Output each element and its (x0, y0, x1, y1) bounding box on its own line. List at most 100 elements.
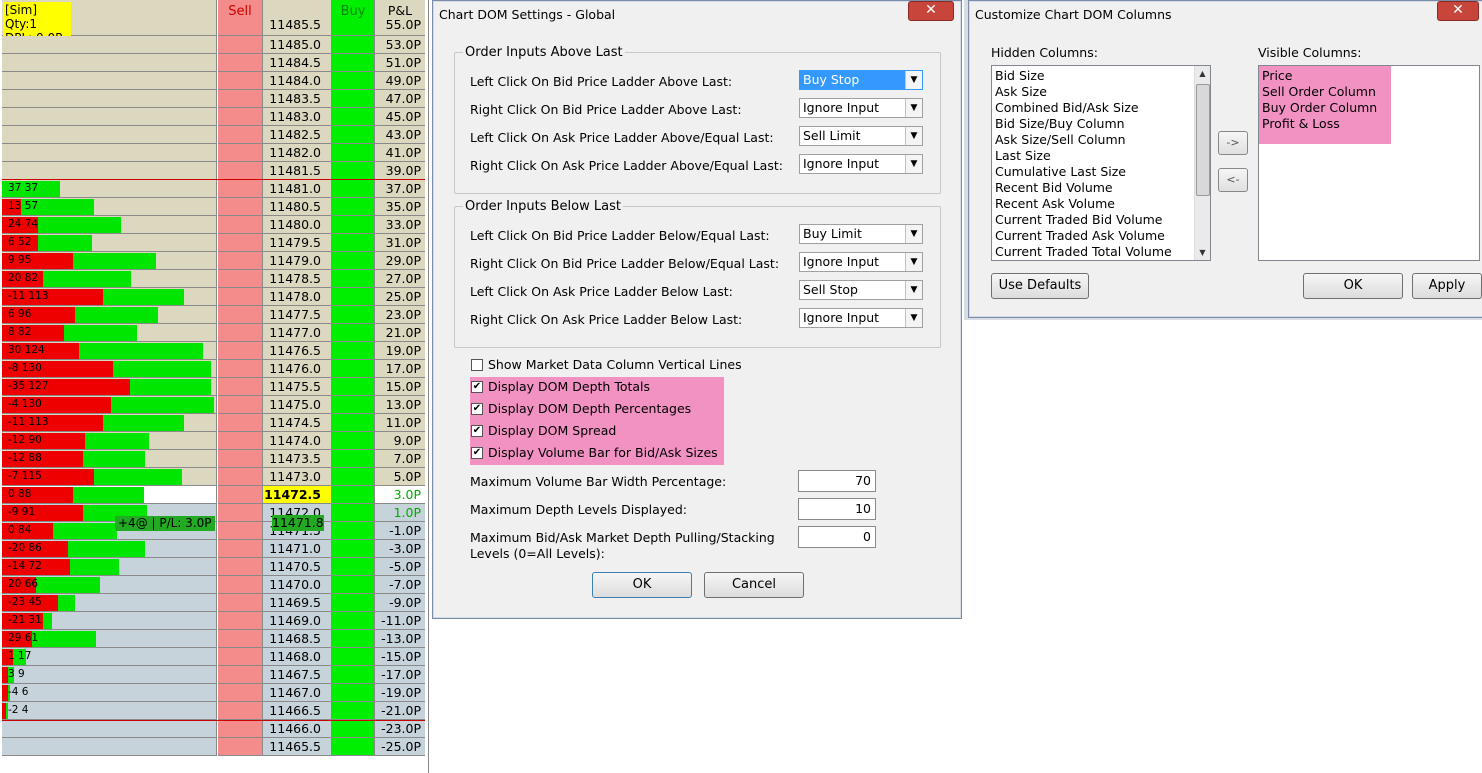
sell-cell[interactable] (218, 108, 263, 126)
price-cell[interactable]: 11466.0 (263, 720, 332, 738)
buy-cell[interactable] (332, 306, 375, 324)
sell-cell[interactable] (218, 72, 263, 90)
list-item[interactable]: Recent Bid Volume (995, 180, 1113, 196)
price-cell[interactable]: 11482.0 (263, 144, 332, 162)
price-cell[interactable]: 11477.5 (263, 306, 332, 324)
list-item[interactable]: Current Traded Ask Volume (995, 228, 1165, 244)
sell-cell[interactable] (218, 306, 263, 324)
list-item[interactable]: Last Size (995, 148, 1051, 164)
apply-button[interactable]: Apply (1412, 273, 1482, 299)
cancel-button[interactable]: Cancel (704, 572, 804, 598)
sell-cell[interactable] (218, 576, 263, 594)
scroll-thumb[interactable] (1196, 84, 1210, 196)
above-select[interactable]: Buy Stop ▼ (799, 70, 923, 90)
buy-cell[interactable] (332, 666, 375, 684)
price-cell[interactable]: 11465.5 (263, 738, 332, 756)
buy-cell[interactable] (332, 324, 375, 342)
price-cell[interactable]: 11483.0 (263, 108, 332, 126)
buy-cell[interactable] (332, 216, 375, 234)
buy-cell[interactable] (332, 180, 375, 198)
list-item[interactable]: Ask Size (995, 84, 1047, 100)
list-item[interactable]: Ask Size/Sell Column (995, 132, 1126, 148)
sell-cell[interactable] (218, 522, 263, 540)
sell-cell[interactable] (218, 702, 263, 720)
sell-cell[interactable] (218, 414, 263, 432)
list-item[interactable]: Sell Order Column (1262, 84, 1376, 100)
buy-cell[interactable] (332, 252, 375, 270)
sell-cell[interactable] (218, 54, 263, 72)
list-item[interactable]: Current Traded Total Volume (995, 244, 1172, 260)
sell-cell[interactable] (218, 594, 263, 612)
sell-cell[interactable] (218, 90, 263, 108)
price-cell[interactable]: 11479.5 (263, 234, 332, 252)
close-icon[interactable]: ✕ (908, 1, 954, 21)
sell-cell[interactable] (218, 612, 263, 630)
chevron-down-icon[interactable]: ▼ (905, 127, 922, 145)
price-cell[interactable]: 11472.5 (263, 486, 332, 504)
list-item[interactable]: Price (1262, 68, 1293, 84)
checkbox[interactable]: ✔ (471, 381, 483, 393)
price-cell[interactable]: 11473.0 (263, 468, 332, 486)
chevron-down-icon[interactable]: ▼ (905, 155, 922, 173)
price-cell[interactable]: 11482.5 (263, 126, 332, 144)
price-cell[interactable]: 11483.5 (263, 90, 332, 108)
list-item[interactable]: Combined Bid/Ask Size (995, 100, 1139, 116)
list-item[interactable]: Bid Size (995, 68, 1045, 84)
sell-cell[interactable] (218, 180, 263, 198)
price-cell[interactable]: 11476.0 (263, 360, 332, 378)
price-cell[interactable]: 11478.0 (263, 288, 332, 306)
buy-cell[interactable] (332, 648, 375, 666)
sell-cell[interactable] (218, 504, 263, 522)
chevron-down-icon[interactable]: ▼ (905, 309, 922, 327)
buy-cell[interactable] (332, 612, 375, 630)
move-right-button[interactable]: -> (1218, 131, 1248, 155)
price-cell[interactable]: 11468.5 (263, 630, 332, 648)
visible-columns-list[interactable]: Price Sell Order Column Buy Order Column Pr… (1258, 65, 1480, 261)
sell-cell[interactable] (218, 468, 263, 486)
ok-button[interactable]: OK (592, 572, 692, 598)
sell-cell[interactable] (218, 36, 263, 54)
price-cell[interactable]: 11471.0 (263, 540, 332, 558)
checkbox-label[interactable]: Display DOM Spread (488, 423, 616, 438)
buy-cell[interactable] (332, 90, 375, 108)
chevron-down-icon[interactable]: ▼ (905, 225, 922, 243)
buy-cell[interactable] (332, 126, 375, 144)
use-defaults-button[interactable]: Use Defaults (991, 273, 1089, 299)
max-volume-input[interactable]: 70 (798, 470, 876, 492)
sell-cell[interactable] (218, 252, 263, 270)
sell-cell[interactable] (218, 450, 263, 468)
price-cell[interactable]: 11475.0 (263, 396, 332, 414)
top-price[interactable]: 11485.5 (263, 17, 331, 32)
sell-cell[interactable] (218, 144, 263, 162)
price-cell[interactable]: 11481.0 (263, 180, 332, 198)
buy-cell[interactable] (332, 144, 375, 162)
buy-cell[interactable] (332, 594, 375, 612)
checkbox-label[interactable]: Display DOM Depth Totals (488, 379, 650, 394)
above-select[interactable]: Sell Limit ▼ (799, 126, 923, 146)
list-item[interactable]: Cumulative Last Size (995, 164, 1126, 180)
checkbox[interactable] (471, 359, 483, 371)
buy-cell[interactable] (332, 198, 375, 216)
list-item[interactable]: Profit & Loss (1262, 116, 1340, 132)
buy-cell[interactable] (332, 342, 375, 360)
below-select[interactable]: Sell Stop ▼ (799, 280, 923, 300)
price-cell[interactable]: 11480.0 (263, 216, 332, 234)
price-cell[interactable]: 11484.5 (263, 54, 332, 72)
max-pull-input[interactable]: 0 (798, 526, 876, 548)
sell-cell[interactable] (218, 648, 263, 666)
checkbox-label[interactable]: Display Volume Bar for Bid/Ask Sizes (488, 445, 718, 460)
sell-cell[interactable] (218, 288, 263, 306)
sell-cell[interactable] (218, 558, 263, 576)
buy-cell[interactable] (332, 540, 375, 558)
sell-cell[interactable] (218, 216, 263, 234)
below-select[interactable]: Buy Limit ▼ (799, 224, 923, 244)
buy-cell[interactable] (332, 162, 375, 180)
checkbox[interactable]: ✔ (471, 447, 483, 459)
hidden-columns-list[interactable]: Bid Size Ask Size Combined Bid/Ask Size Bid… (991, 65, 1211, 261)
sell-cell[interactable] (218, 720, 263, 738)
checkbox-label[interactable]: Display DOM Depth Percentages (488, 401, 691, 416)
price-cell[interactable]: 11480.5 (263, 198, 332, 216)
list-item[interactable]: Bid Size/Buy Column (995, 116, 1125, 132)
sell-cell[interactable] (218, 666, 263, 684)
buy-cell[interactable] (332, 270, 375, 288)
